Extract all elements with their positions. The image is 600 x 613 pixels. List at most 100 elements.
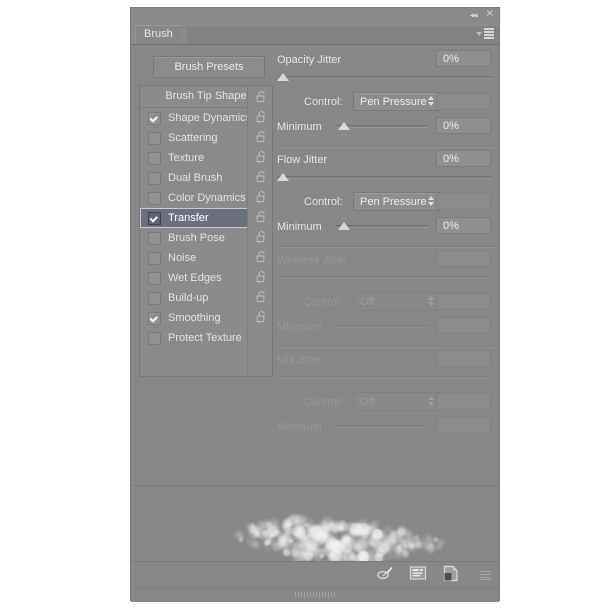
checkbox-icon[interactable] [148, 211, 161, 225]
opacity-jitter-minimum-label: Minimum [277, 121, 322, 133]
close-icon[interactable]: ✕ [486, 9, 494, 21]
brush-preset-picker-icon[interactable] [409, 565, 429, 583]
brush-settings-column: Opacity Jitter 0% Control: Pen Pressure Mini… [277, 45, 495, 485]
opacity-jitter-value-input[interactable]: 0% [436, 50, 491, 67]
lock-open-icon[interactable] [256, 250, 267, 263]
brush-option-label: Dual Brush [168, 172, 223, 184]
panel-drag-handle[interactable] [131, 587, 499, 601]
mix-jitter-control-value: Off [360, 396, 375, 408]
checkbox-icon[interactable] [148, 271, 161, 285]
flow-jitter-minimum-label: Minimum [277, 221, 322, 233]
checkbox-icon[interactable] [148, 291, 161, 305]
panel-tab-bar: Brush [131, 23, 499, 45]
preview-speckle [404, 530, 412, 538]
settings-separator [277, 146, 495, 147]
checkbox-icon[interactable] [148, 311, 161, 325]
opacity-jitter-slider-thumb[interactable] [277, 73, 289, 81]
preview-speckle [297, 542, 305, 550]
checkbox-icon[interactable] [148, 231, 161, 245]
checkbox-icon[interactable] [148, 131, 161, 145]
lock-open-icon[interactable] [256, 130, 267, 143]
opacity-jitter-minimum-slider-thumb[interactable] [338, 122, 351, 130]
opacity-jitter-minimum-value-input[interactable]: 0% [436, 117, 491, 134]
mix-jitter-minimum-value-input[interactable] [436, 417, 491, 434]
wetness-jitter-slider-track[interactable] [277, 276, 491, 279]
wetness-jitter-value-input[interactable] [436, 250, 491, 267]
tablet-pressure-opacity-icon[interactable] [376, 565, 396, 583]
flow-jitter-control-label: Control: [304, 196, 343, 208]
chevron-down-icon [476, 31, 482, 36]
lock-open-icon[interactable] [256, 170, 267, 183]
new-brush-icon[interactable] [442, 565, 462, 583]
lock-open-icon[interactable] [256, 190, 267, 203]
mix-jitter-control-extra-input[interactable] [436, 393, 491, 410]
preview-speckle [438, 539, 445, 546]
opacity-jitter-slider-track[interactable] [277, 76, 491, 79]
opacity-jitter-label: Opacity Jitter [277, 54, 342, 66]
lock-open-icon[interactable] [256, 150, 267, 163]
brush-option-label: Color Dynamics [168, 192, 246, 204]
lock-open-icon[interactable] [256, 210, 267, 223]
panel-footer [131, 561, 499, 588]
preview-speckle [230, 533, 234, 536]
checkbox-icon[interactable] [148, 111, 161, 125]
mix-jitter-value-input[interactable] [436, 350, 491, 367]
panel-body: Brush Presets Brush Tip Shape Shape Dyna… [131, 45, 499, 602]
tab-brush[interactable]: Brush [135, 25, 182, 44]
lock-open-icon[interactable] [256, 270, 267, 283]
mix-jitter-control-label: Control: [304, 396, 343, 408]
settings-separator [277, 246, 495, 247]
stepper-arrows-icon[interactable] [428, 396, 434, 406]
brush-options-list: Brush Tip Shape Shape Dynamics Scattering… [139, 85, 273, 377]
lock-open-icon[interactable] [256, 290, 267, 303]
wetness-jitter-control-extra-input[interactable] [436, 293, 491, 310]
opacity-jitter-control-value: Pen Pressure [360, 96, 427, 108]
brush-option-label: Build-up [168, 292, 209, 304]
wetness-jitter-minimum-label: Minimum [277, 321, 322, 333]
brush-option-label: Wet Edges [168, 272, 222, 284]
stepper-arrows-icon[interactable] [428, 296, 434, 306]
resize-grip-icon[interactable] [475, 565, 495, 583]
lock-open-icon[interactable] [256, 310, 267, 323]
brush-panel: ◂◂ ✕ Brush Brush Presets Brush Tip Shape… [131, 8, 499, 602]
stepper-arrows-icon[interactable] [428, 196, 434, 206]
footer-icons [376, 565, 495, 583]
preview-speckle [281, 522, 292, 533]
mix-jitter-slider-track[interactable] [277, 376, 491, 379]
opacity-jitter-control-select[interactable]: Pen Pressure [353, 92, 441, 111]
stepper-arrows-icon[interactable] [428, 96, 434, 106]
checkbox-icon[interactable] [148, 251, 161, 265]
opacity-jitter-control-extra-input[interactable] [436, 93, 491, 110]
preview-speckle [237, 532, 244, 539]
lock-open-icon[interactable] [256, 230, 267, 243]
collapse-to-icons-button[interactable]: ◂◂ [470, 9, 478, 21]
screen: ◂◂ ✕ Brush Brush Presets Brush Tip Shape… [0, 0, 600, 613]
brush-option-label: Transfer [168, 212, 209, 224]
flow-jitter-value-input[interactable]: 0% [436, 150, 491, 167]
brush-presets-button[interactable]: Brush Presets [153, 56, 265, 78]
lock-open-icon[interactable] [256, 110, 267, 123]
flow-jitter-control-extra-input[interactable] [436, 193, 491, 210]
preview-speckle [388, 552, 396, 560]
flow-jitter-label: Flow Jitter [277, 154, 328, 166]
checkbox-icon[interactable] [148, 331, 161, 345]
wetness-jitter-control-label: Control: [304, 296, 343, 308]
panel-menu-icon[interactable] [476, 28, 494, 39]
brush-option-label: Texture [168, 152, 205, 164]
checkbox-icon[interactable] [148, 171, 161, 185]
wetness-jitter-control-select[interactable]: Off [353, 292, 441, 311]
flow-jitter-control-select[interactable]: Pen Pressure [353, 192, 441, 211]
checkbox-icon[interactable] [148, 151, 161, 165]
checkbox-icon[interactable] [148, 191, 161, 205]
flow-jitter-slider-thumb[interactable] [277, 173, 289, 181]
flow-jitter-slider-track[interactable] [277, 176, 491, 179]
wetness-jitter-minimum-value-input[interactable] [436, 317, 491, 334]
mix-jitter-minimum-slider-track[interactable] [335, 425, 428, 428]
brush-option-label: Noise [168, 252, 197, 264]
flow-jitter-minimum-slider-thumb[interactable] [338, 222, 351, 230]
flow-jitter-minimum-value-input[interactable]: 0% [436, 217, 491, 234]
wetness-jitter-minimum-slider-track[interactable] [335, 325, 428, 328]
mix-jitter-control-select[interactable]: Off [353, 392, 441, 411]
lock-open-icon[interactable] [256, 90, 267, 103]
wetness-jitter-control-value: Off [360, 296, 375, 308]
